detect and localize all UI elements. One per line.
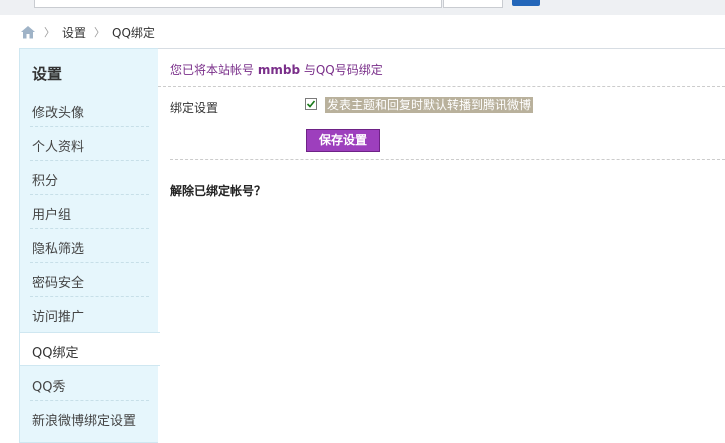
sidebar-item-privacy[interactable]: 隐私筛选 [20, 229, 159, 263]
breadcrumb-item-qq-bind: QQ绑定 [112, 25, 155, 40]
divider [158, 86, 725, 87]
repost-weibo-checkbox[interactable] [305, 98, 317, 110]
sidebar-item-password[interactable]: 密码安全 [20, 263, 159, 297]
content-top-border [158, 48, 725, 49]
sidebar-item-label: 隐私筛选 [32, 242, 85, 257]
sidebar-item-label: 用户组 [32, 208, 72, 223]
search-button[interactable] [512, 0, 540, 6]
setting-label: 绑定设置 [170, 101, 219, 115]
save-button[interactable]: 保存设置 [306, 129, 380, 152]
sidebar-item-sina-weibo[interactable]: 新浪微博绑定设置 [20, 401, 159, 435]
breadcrumb-chevron-icon: 〉 [94, 26, 106, 39]
bound-username: mmbb [257, 63, 301, 77]
bind-info-text: 您已将本站帐号 mmbb 与QQ号码绑定 [170, 61, 383, 78]
sidebar-item-label: 新浪微博绑定设置 [32, 414, 137, 429]
sidebar-item-usergroup[interactable]: 用户组 [20, 195, 159, 229]
sidebar-item-label: 修改头像 [32, 106, 85, 121]
sidebar-item-profile[interactable]: 个人资料 [20, 127, 159, 161]
sidebar-item-label: 密码安全 [32, 276, 85, 291]
checkmark-icon [306, 100, 316, 108]
sidebar-item-label: 个人资料 [32, 140, 85, 155]
unbind-title: 解除已绑定帐号？ [170, 184, 267, 198]
divider [170, 159, 725, 160]
search-type-select[interactable] [444, 0, 503, 8]
breadcrumb-chevron-icon: 〉 [44, 26, 55, 39]
sidebar-item-label: 访问推广 [32, 310, 85, 325]
sidebar-item-qq-bind[interactable]: QQ绑定 [20, 332, 160, 366]
sidebar-item-promotion[interactable]: 访问推广 [20, 297, 159, 331]
sidebar-item-label: QQ绑定 [32, 346, 79, 361]
home-icon[interactable] [20, 25, 36, 39]
sidebar: 设置 修改头像 个人资料 积分 用户组 隐私筛选 密码安全 访问推广 QQ绑定 … [19, 48, 160, 443]
breadcrumb-item-settings[interactable]: 设置 [62, 24, 86, 41]
sidebar-item-avatar[interactable]: 修改头像 [20, 93, 159, 127]
sidebar-item-qq-show[interactable]: QQ秀 [20, 367, 159, 401]
bind-info-prefix: 您已将本站帐号 [170, 63, 255, 77]
sidebar-item-label: QQ秀 [32, 380, 66, 395]
sidebar-item-credits[interactable]: 积分 [20, 161, 159, 195]
sidebar-title: 设置 [32, 65, 63, 83]
search-input[interactable] [34, 0, 442, 8]
repost-weibo-label[interactable]: 发表主题和回复时默认转播到腾讯微博 [325, 97, 534, 113]
bind-info-suffix: 与QQ号码绑定 [303, 63, 383, 77]
breadcrumb: 〉 设置 〉 QQ绑定 [20, 24, 155, 40]
sidebar-item-label: 积分 [32, 174, 59, 189]
